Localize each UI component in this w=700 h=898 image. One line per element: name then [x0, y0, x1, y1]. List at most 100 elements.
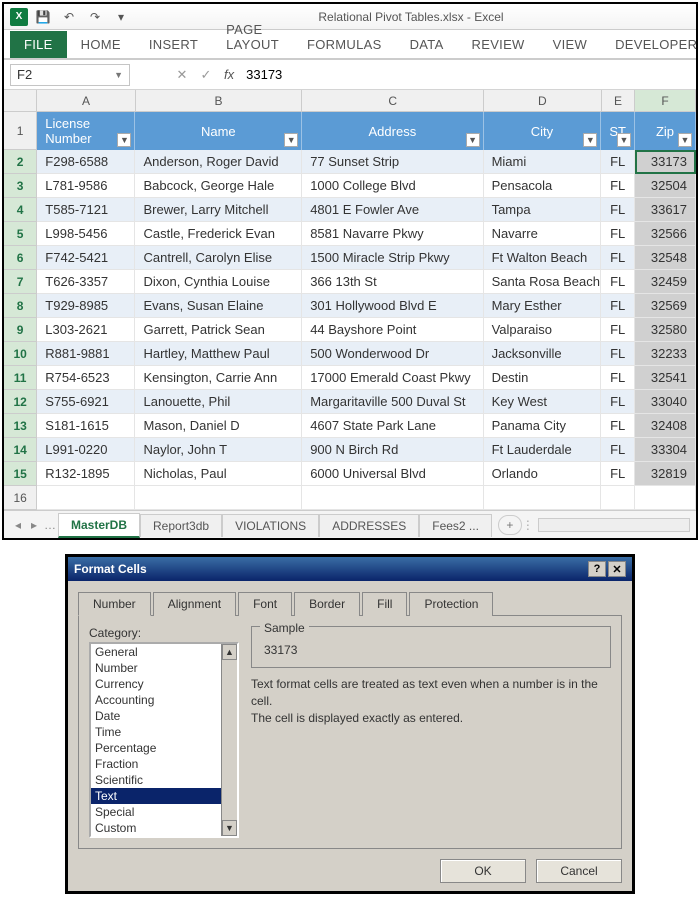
category-item-scientific[interactable]: Scientific: [91, 772, 221, 788]
cell[interactable]: FL: [601, 174, 635, 198]
cell[interactable]: 32580: [635, 318, 696, 342]
table-header-city[interactable]: City▼: [484, 112, 602, 150]
cell[interactable]: FL: [601, 342, 635, 366]
cell[interactable]: Anderson, Roger David: [135, 150, 302, 174]
horizontal-scrollbar[interactable]: [538, 518, 690, 532]
formula-input[interactable]: [240, 64, 690, 86]
filter-icon[interactable]: ▼: [583, 133, 597, 147]
cell[interactable]: S755-6921: [37, 390, 135, 414]
cell[interactable]: 32566: [635, 222, 696, 246]
cell[interactable]: FL: [601, 270, 635, 294]
category-item-accounting[interactable]: Accounting: [91, 692, 221, 708]
cell[interactable]: 1500 Miracle Strip Pkwy: [302, 246, 483, 270]
dlg-tab-protection[interactable]: Protection: [409, 592, 493, 616]
cell[interactable]: Brewer, Larry Mitchell: [135, 198, 302, 222]
fx-icon[interactable]: fx: [224, 67, 234, 82]
category-item-number[interactable]: Number: [91, 660, 221, 676]
cell[interactable]: [135, 486, 302, 510]
dlg-tab-alignment[interactable]: Alignment: [153, 592, 236, 616]
cell[interactable]: [601, 486, 635, 510]
cell[interactable]: Navarre: [484, 222, 602, 246]
cell[interactable]: F298-6588: [37, 150, 135, 174]
cell[interactable]: 6000 Universal Blvd: [302, 462, 483, 486]
accept-formula-icon[interactable]: ✓: [194, 67, 218, 83]
cell[interactable]: Tampa: [484, 198, 602, 222]
cell[interactable]: [635, 486, 696, 510]
cell[interactable]: R754-6523: [37, 366, 135, 390]
row-header-12[interactable]: 12: [4, 390, 37, 414]
tab-file[interactable]: FILE: [10, 31, 67, 58]
filter-icon[interactable]: ▼: [117, 133, 131, 147]
select-all-corner[interactable]: [4, 90, 37, 112]
cell[interactable]: FL: [601, 462, 635, 486]
qat-save-button[interactable]: 💾: [32, 7, 54, 27]
row-header-15[interactable]: 15: [4, 462, 37, 486]
col-header-e[interactable]: E: [602, 90, 635, 112]
qat-customize-button[interactable]: ▾: [110, 7, 132, 27]
cell[interactable]: 32504: [635, 174, 696, 198]
category-item-time[interactable]: Time: [91, 724, 221, 740]
sheet-tab-addresses[interactable]: ADDRESSES: [319, 514, 419, 537]
cell[interactable]: 900 N Birch Rd: [302, 438, 483, 462]
cell[interactable]: 32548: [635, 246, 696, 270]
qat-undo-button[interactable]: ↶: [58, 7, 80, 27]
cell[interactable]: Santa Rosa Beach: [484, 270, 602, 294]
dlg-tab-border[interactable]: Border: [294, 592, 360, 616]
row-header-14[interactable]: 14: [4, 438, 37, 462]
tab-view[interactable]: VIEW: [539, 31, 601, 58]
cell[interactable]: FL: [601, 222, 635, 246]
tab-data[interactable]: DATA: [396, 31, 458, 58]
category-item-custom[interactable]: Custom: [91, 820, 221, 836]
sheet-tab-masterdb[interactable]: MasterDB: [58, 513, 140, 538]
cell[interactable]: FL: [601, 246, 635, 270]
cell[interactable]: Jacksonville: [484, 342, 602, 366]
cell[interactable]: Evans, Susan Elaine: [135, 294, 302, 318]
cell[interactable]: 4801 E Fowler Ave: [302, 198, 483, 222]
category-item-date[interactable]: Date: [91, 708, 221, 724]
cell[interactable]: 366 13th St: [302, 270, 483, 294]
col-header-a[interactable]: A: [37, 90, 135, 112]
cell[interactable]: Miami: [484, 150, 602, 174]
category-item-special[interactable]: Special: [91, 804, 221, 820]
filter-icon[interactable]: ▼: [284, 133, 298, 147]
category-item-text[interactable]: Text: [91, 788, 221, 804]
filter-icon[interactable]: ▼: [617, 133, 631, 147]
cell[interactable]: Hartley, Matthew Paul: [135, 342, 302, 366]
sheet-tab-report3db[interactable]: Report3db: [140, 514, 222, 537]
col-header-d[interactable]: D: [484, 90, 602, 112]
filter-icon[interactable]: ▼: [466, 133, 480, 147]
sheet-tab-violations[interactable]: VIOLATIONS: [222, 514, 319, 537]
cell[interactable]: Nicholas, Paul: [135, 462, 302, 486]
cell[interactable]: 4607 State Park Lane: [302, 414, 483, 438]
row-header-9[interactable]: 9: [4, 318, 37, 342]
cell[interactable]: 301 Hollywood Blvd E: [302, 294, 483, 318]
scroll-up-icon[interactable]: ▲: [222, 644, 237, 660]
cell[interactable]: FL: [601, 438, 635, 462]
dialog-help-button[interactable]: ?: [588, 561, 606, 577]
tab-home[interactable]: HOME: [67, 31, 135, 58]
table-header-zip[interactable]: Zip▼: [635, 112, 696, 150]
cell[interactable]: Babcock, George Hale: [135, 174, 302, 198]
cell[interactable]: R132-1895: [37, 462, 135, 486]
cell[interactable]: L991-0220: [37, 438, 135, 462]
table-header-address[interactable]: Address▼: [302, 112, 483, 150]
sheet-nav-next[interactable]: ▸: [26, 518, 42, 532]
cell[interactable]: 33173: [635, 150, 696, 174]
col-header-f[interactable]: F: [635, 90, 696, 112]
cell[interactable]: Ft Walton Beach: [484, 246, 602, 270]
cell[interactable]: 32408: [635, 414, 696, 438]
cell[interactable]: Mary Esther: [484, 294, 602, 318]
qat-redo-button[interactable]: ↷: [84, 7, 106, 27]
dlg-tab-fill[interactable]: Fill: [362, 592, 407, 616]
dlg-tab-number[interactable]: Number: [78, 592, 151, 616]
cell[interactable]: Margaritaville 500 Duval St: [302, 390, 483, 414]
name-box[interactable]: F2 ▼: [10, 64, 130, 86]
cell[interactable]: Orlando: [484, 462, 602, 486]
cell[interactable]: Kensington, Carrie Ann: [135, 366, 302, 390]
cell[interactable]: FL: [601, 414, 635, 438]
row-header-4[interactable]: 4: [4, 198, 37, 222]
table-header-name[interactable]: Name▼: [135, 112, 302, 150]
cell[interactable]: 32569: [635, 294, 696, 318]
cell[interactable]: Key West: [484, 390, 602, 414]
cell[interactable]: S181-1615: [37, 414, 135, 438]
